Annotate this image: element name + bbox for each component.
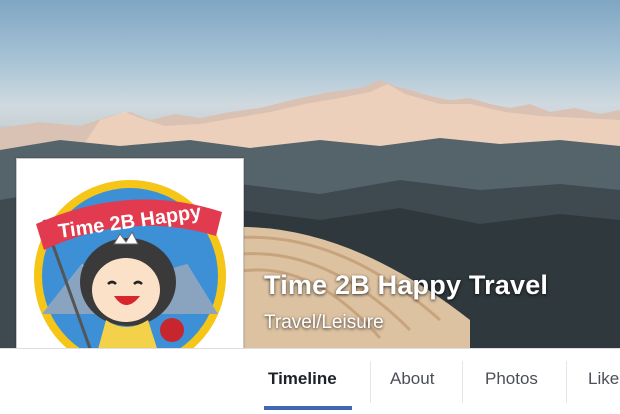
page-category[interactable]: Travel/Leisure <box>264 312 384 334</box>
page-nav-bar: Timeline About Photos Like <box>0 348 620 414</box>
time2bhappy-logo: Time 2B Happy <box>34 180 226 372</box>
tab-timeline[interactable]: Timeline <box>268 369 337 389</box>
tab-divider <box>370 361 371 403</box>
page-title: Time 2B Happy Travel <box>264 270 549 300</box>
tab-photos[interactable]: Photos <box>485 369 538 389</box>
active-tab-indicator <box>264 406 352 410</box>
tab-divider <box>462 361 463 403</box>
tab-divider <box>566 361 567 403</box>
tab-like[interactable]: Like <box>588 369 619 389</box>
tab-about[interactable]: About <box>390 369 434 389</box>
